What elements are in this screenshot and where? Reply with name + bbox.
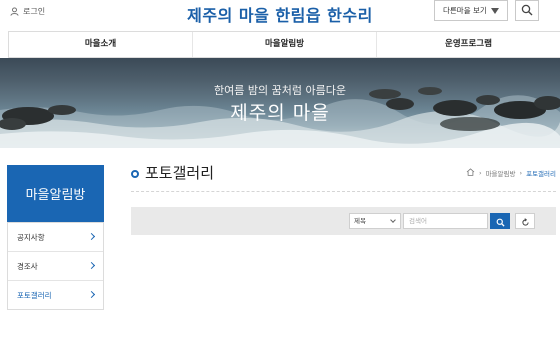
village-select-label: 다른마을 보기 bbox=[443, 6, 487, 15]
sidebar-item-notices[interactable]: 공지사항 bbox=[8, 222, 103, 251]
sidebar-item-photo-gallery[interactable]: 포토갤러리 bbox=[8, 280, 103, 309]
chevron-right-icon bbox=[87, 261, 96, 270]
sidebar-item-label: 경조사 bbox=[17, 262, 38, 271]
search-reset-button[interactable] bbox=[515, 213, 535, 229]
chevron-down-icon bbox=[390, 217, 396, 223]
hero-banner: 한여름 밤의 꿈처럼 아름다운 제주의 마을 bbox=[0, 58, 560, 148]
sidebar-item-label: 포토갤러리 bbox=[17, 291, 52, 300]
sidebar-heading: 마을알림방 bbox=[7, 165, 104, 222]
top-header: 로그인 제주의 마을 한림읍 한수리 다른마을 보기 bbox=[0, 0, 560, 32]
search-field-select[interactable]: 제목 bbox=[349, 213, 401, 229]
main-nav: 마을소개 마을알림방 운영프로그램 bbox=[8, 31, 560, 58]
search-keyword-input[interactable] bbox=[403, 213, 488, 229]
title-bullet-icon bbox=[131, 170, 139, 178]
chevron-right-icon bbox=[87, 232, 96, 241]
home-icon[interactable] bbox=[466, 168, 475, 178]
village-select[interactable]: 다른마을 보기 bbox=[434, 0, 508, 21]
breadcrumb-item[interactable]: 마을알림방 bbox=[486, 168, 516, 178]
reset-icon bbox=[521, 212, 530, 231]
title-divider bbox=[131, 191, 556, 192]
sidebar-menu: 공지사항 경조사 포토갤러리 bbox=[7, 222, 104, 310]
chevron-right-icon bbox=[87, 290, 96, 299]
breadcrumb-current: 포토갤러리 bbox=[526, 170, 556, 178]
breadcrumb: › 마을알림방 › 포토갤러리 bbox=[466, 168, 556, 178]
sidebar-item-label: 공지사항 bbox=[17, 233, 45, 242]
hero-subtitle: 한여름 밤의 꿈처럼 아름다운 bbox=[214, 84, 346, 97]
search-icon bbox=[521, 1, 533, 20]
sidebar-item-family-events[interactable]: 경조사 bbox=[8, 251, 103, 280]
search-field-select-value: 제목 bbox=[354, 217, 366, 225]
board-search-panel: 제목 bbox=[131, 207, 556, 235]
nav-item-notice-room[interactable]: 마을알림방 bbox=[192, 32, 376, 57]
breadcrumb-separator-icon: › bbox=[519, 169, 523, 177]
page-title-bar: 포토갤러리 › 마을알림방 › 포토갤러리 bbox=[131, 162, 556, 186]
breadcrumb-separator-icon: › bbox=[478, 169, 482, 177]
nav-item-intro[interactable]: 마을소개 bbox=[8, 32, 192, 57]
page-title: 포토갤러리 bbox=[145, 164, 215, 182]
search-submit-button[interactable] bbox=[490, 213, 510, 229]
search-icon bbox=[496, 212, 505, 231]
hero-title: 제주의 마을 bbox=[230, 102, 330, 124]
nav-item-programs[interactable]: 운영프로그램 bbox=[376, 32, 560, 57]
header-search-button[interactable] bbox=[515, 0, 539, 21]
caret-down-icon bbox=[491, 8, 499, 14]
